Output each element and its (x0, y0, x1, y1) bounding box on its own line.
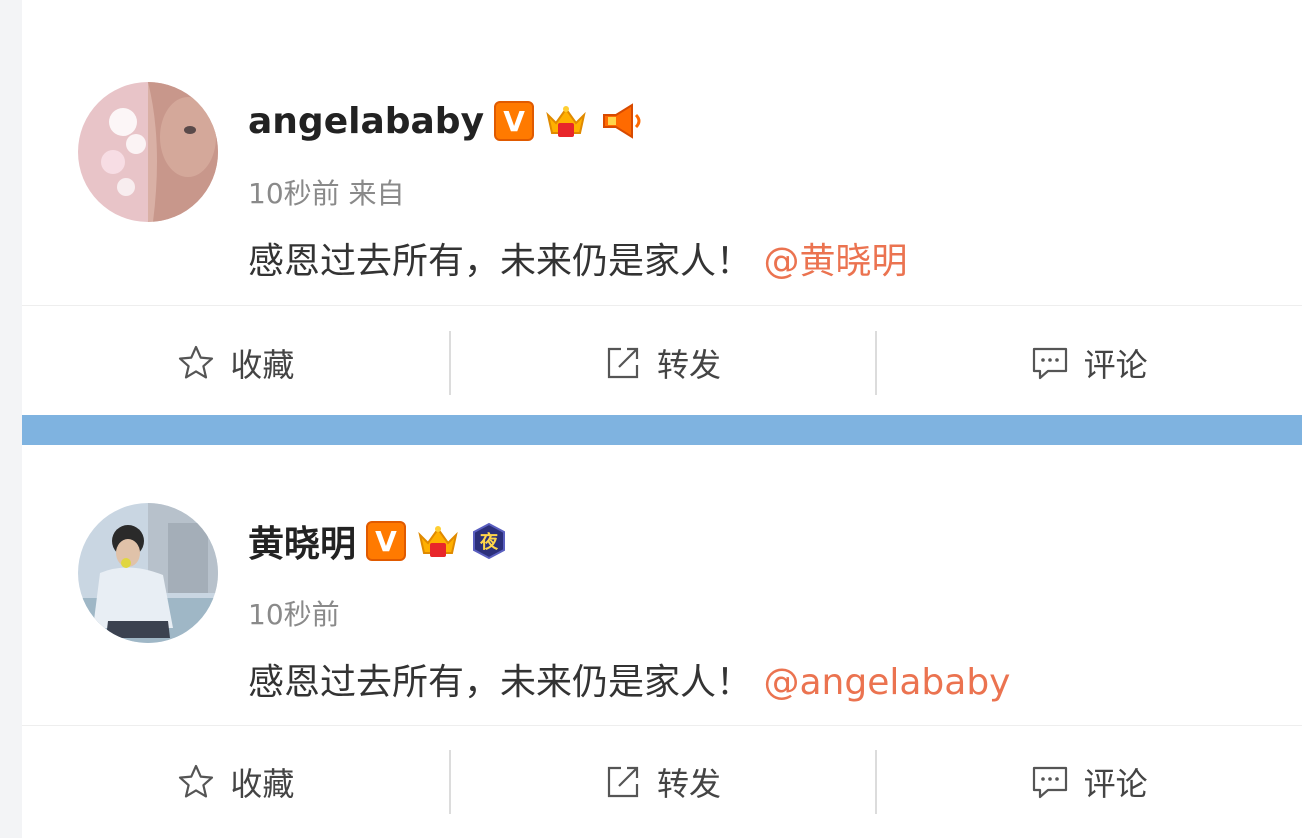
favorite-label: 收藏 (230, 346, 295, 384)
repost-button[interactable]: 转发 (448, 744, 876, 820)
post-meta: 10秒前 (248, 593, 340, 633)
crown-icon[interactable] (544, 101, 588, 141)
mention-link[interactable]: @黄晓明 (763, 241, 907, 282)
v-verified-icon[interactable]: V (494, 101, 535, 141)
megaphone-icon[interactable] (598, 101, 644, 141)
v-verified-icon[interactable]: V (366, 521, 407, 561)
post-meta: 10秒前 来自 (248, 172, 405, 212)
username-row: 黄晓明 V 夜 (248, 515, 508, 567)
mention-link[interactable]: @angelababy (763, 662, 1010, 703)
repost-label: 转发 (657, 765, 722, 803)
separator (22, 725, 1302, 726)
post-card: 黄晓明 V 夜 10秒前 感恩过去所有，未来仍是家人！ @angelababy … (22, 445, 1302, 838)
avatar[interactable] (78, 82, 218, 222)
post-content: 感恩过去所有，未来仍是家人！ @angelababy (248, 653, 1010, 705)
username[interactable]: 黄晓明 (248, 515, 356, 567)
repost-label: 转发 (657, 346, 722, 384)
repost-icon (607, 347, 639, 379)
star-icon (179, 345, 214, 379)
post-time[interactable]: 10秒前 (248, 598, 340, 631)
comment-icon (1032, 766, 1067, 799)
repost-icon (607, 766, 639, 798)
action-bar: 收藏 转发 评论 (22, 744, 1302, 820)
comment-label: 评论 (1083, 346, 1148, 384)
night-badge-text: 夜 (479, 531, 499, 553)
post-content: 感恩过去所有，未来仍是家人！ @黄晓明 (248, 232, 907, 284)
separator (22, 305, 1302, 306)
crown-icon[interactable] (416, 521, 460, 561)
post-source: 来自 (348, 177, 405, 210)
section-divider (22, 415, 1302, 445)
username[interactable]: angelababy (248, 101, 484, 142)
post-text: 感恩过去所有，未来仍是家人！ (248, 662, 753, 703)
favorite-label: 收藏 (230, 765, 295, 803)
star-icon (179, 764, 214, 798)
avatar[interactable] (78, 503, 218, 643)
favorite-button[interactable]: 收藏 (22, 744, 449, 820)
action-bar: 收藏 转发 评论 (22, 325, 1302, 401)
post-text: 感恩过去所有，未来仍是家人！ (248, 241, 753, 282)
post-time[interactable]: 10秒前 (248, 177, 340, 210)
comment-button[interactable]: 评论 (875, 744, 1302, 820)
comment-button[interactable]: 评论 (875, 325, 1302, 401)
username-row: angelababy V (248, 98, 644, 144)
night-badge-icon[interactable]: 夜 (470, 522, 508, 560)
repost-button[interactable]: 转发 (448, 325, 876, 401)
comment-label: 评论 (1083, 765, 1148, 803)
post-card: angelababy V 10秒前 来自 感恩过去所有，未来仍是家人！ @黄晓明… (22, 0, 1302, 415)
favorite-button[interactable]: 收藏 (22, 325, 449, 401)
comment-icon (1032, 347, 1067, 380)
